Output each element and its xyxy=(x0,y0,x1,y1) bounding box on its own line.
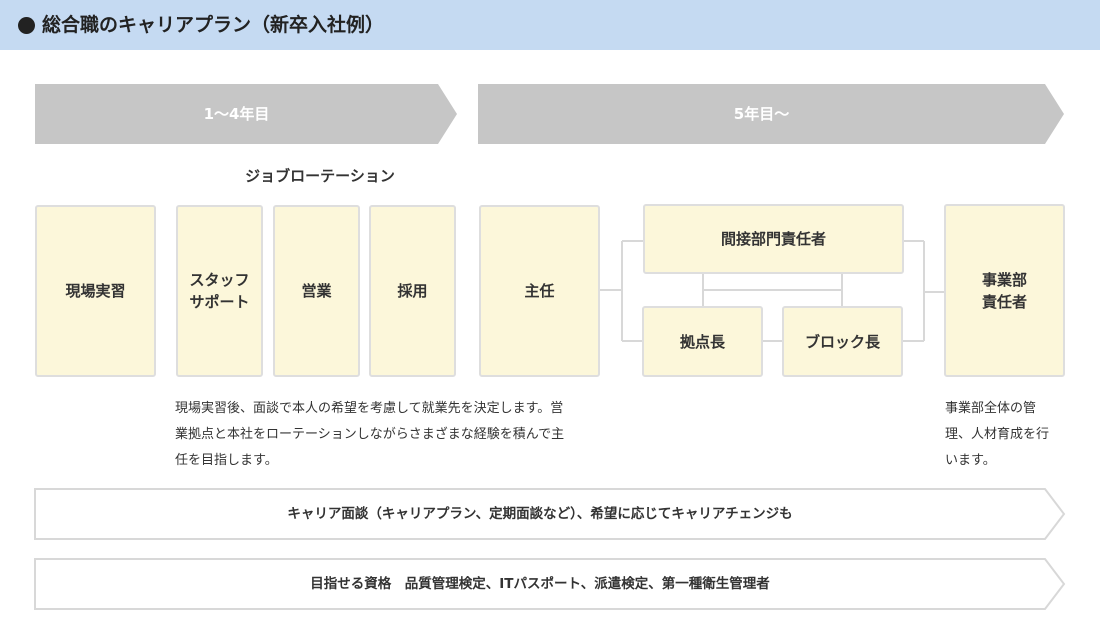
job-rotation-label: ジョブローテーション xyxy=(245,167,395,185)
description-line: 理、人材育成を行 xyxy=(945,427,1050,442)
box-label-line: 事業部 xyxy=(981,270,1027,289)
description-line: 事業部全体の管 xyxy=(945,401,1037,416)
box-kyotencho: 拠点長 xyxy=(642,306,763,377)
box-label: 拠点長 xyxy=(679,332,725,351)
description-line: います。 xyxy=(945,453,996,468)
box-jigyobu-sekininsha: 事業部 責任者 xyxy=(944,204,1065,377)
description-line: 現場実習後、面談で本人の希望を考慮して就業先を決定します。営 xyxy=(175,401,564,416)
jigyobu-description: 事業部全体の管 理、人材育成を行 います。 xyxy=(945,396,1085,474)
box-label: ブロック長 xyxy=(804,332,880,351)
qualification-banner-text: 目指せる資格 品質管理検定、ITパスポート、派遣検定、第一種衛生管理者 xyxy=(310,576,770,592)
box-label-line: スタッフ xyxy=(189,271,250,289)
description-line: 任を目指します。 xyxy=(175,453,278,468)
box-label-line: 責任者 xyxy=(981,292,1027,311)
box-label-line: サポート xyxy=(189,293,250,311)
phase-label-1-4: 1〜4年目 xyxy=(203,105,270,123)
phase-label-5plus: 5年目〜 xyxy=(733,105,790,123)
box-kansetsu-bumon: 間接部門責任者 xyxy=(643,204,904,274)
rotation-description: 現場実習後、面談で本人の希望を考慮して就業先を決定します。営 業拠点と本社をロー… xyxy=(175,396,605,474)
box-label: 採用 xyxy=(397,282,428,300)
box-genba-jisshu: 現場実習 xyxy=(35,205,156,377)
box-block-cho: ブロック長 xyxy=(782,306,903,377)
box-label: 間接部門責任者 xyxy=(720,230,826,248)
box-label: 現場実習 xyxy=(65,282,126,300)
box-label: 営業 xyxy=(301,282,332,300)
career-banner-text: キャリア面談（キャリアプラン、定期面談など）、希望に応じてキャリアチェンジも xyxy=(287,506,793,522)
box-staff-support: スタッフ サポート xyxy=(176,205,263,377)
box-shunin: 主任 xyxy=(479,205,600,377)
box-label: 主任 xyxy=(524,282,555,300)
description-line: 業拠点と本社をローテーションしながらさまざまな経験を積んで主 xyxy=(175,427,565,442)
box-saiyo: 採用 xyxy=(369,205,456,377)
box-eigyo: 営業 xyxy=(273,205,360,377)
